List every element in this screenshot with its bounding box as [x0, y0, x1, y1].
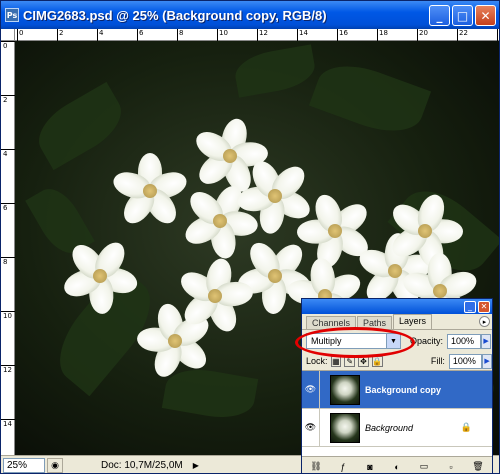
- fill-input[interactable]: 100%: [448, 353, 483, 369]
- palette-toolbar: ⛓ ƒ ◙ ◐ ▭ ▫ 🗑: [302, 457, 492, 473]
- ruler-tick: 10: [1, 311, 15, 321]
- blend-row: Multiply ▼ Opacity: 100% ▶: [295, 327, 492, 358]
- ruler-tick: 6: [1, 203, 15, 213]
- ruler-tick: 14: [297, 29, 308, 41]
- layer-thumbnail: [330, 374, 360, 405]
- zoom-level-field[interactable]: 25%: [3, 457, 45, 473]
- layers-list: 👁 Background copy 👁 Background 🔒: [302, 370, 492, 457]
- trash-icon[interactable]: 🗑: [472, 461, 484, 473]
- ruler-tick: 8: [177, 29, 183, 41]
- ruler-tick: 12: [257, 29, 268, 41]
- fill-slider-arrow-icon[interactable]: ▶: [482, 353, 492, 369]
- maximize-button[interactable]: □: [452, 5, 473, 26]
- new-group-icon[interactable]: ▭: [418, 461, 430, 473]
- ruler-tick: 18: [377, 29, 388, 41]
- layer-lock-icon: 🔒: [460, 422, 472, 432]
- palette-close-button[interactable]: ✕: [478, 300, 490, 313]
- layer-mask-icon[interactable]: ◙: [364, 461, 376, 473]
- ps-app-icon: Ps: [5, 8, 19, 22]
- lock-label: Lock:: [306, 356, 328, 366]
- ruler-tick: 22: [457, 29, 468, 41]
- ruler-tick: 20: [417, 29, 428, 41]
- layers-palette: _ ✕ Channels Paths Layers ▸ Multiply ▼ O…: [295, 298, 493, 473]
- highlight-circle: [295, 327, 415, 358]
- ruler-tick: 2: [57, 29, 63, 41]
- palette-minimize-button[interactable]: _: [464, 300, 476, 313]
- status-camera-icon[interactable]: ◉: [47, 457, 63, 473]
- ruler-tick: 12: [1, 365, 15, 375]
- new-layer-icon[interactable]: ▫: [445, 461, 457, 473]
- close-button[interactable]: ✕: [475, 5, 496, 26]
- ruler-tick: 14: [1, 419, 15, 429]
- ruler-tick: 0: [17, 29, 23, 41]
- ruler-tick: 8: [1, 257, 15, 267]
- layer-row-background-copy[interactable]: 👁 Background copy: [302, 370, 492, 409]
- visibility-eye-icon[interactable]: 👁: [302, 370, 320, 409]
- layer-name: Background: [365, 422, 414, 433]
- tab-layers[interactable]: Layers: [393, 314, 433, 329]
- ruler-tick: 2: [1, 95, 15, 105]
- photoshop-document-window: Ps CIMG2683.psd @ 25% (Background copy, …: [0, 0, 500, 474]
- ruler-origin[interactable]: [1, 29, 15, 41]
- ruler-tick: 0: [1, 41, 15, 51]
- title-bar[interactable]: Ps CIMG2683.psd @ 25% (Background copy, …: [1, 1, 499, 29]
- ruler-tick: 4: [1, 149, 15, 159]
- layer-style-icon[interactable]: ƒ: [337, 461, 349, 473]
- layer-row-background[interactable]: 👁 Background 🔒: [302, 408, 492, 447]
- link-layers-icon[interactable]: ⛓: [310, 461, 322, 473]
- status-menu-arrow-icon[interactable]: ▶: [193, 461, 199, 470]
- visibility-eye-icon[interactable]: 👁: [302, 408, 320, 447]
- ruler-tick: 16: [337, 29, 348, 41]
- vertical-ruler[interactable]: 0 2 4 6 8 10 12 14: [1, 41, 15, 455]
- ruler-tick: 10: [217, 29, 228, 41]
- document-size-info: Doc: 10,7M/25,0M: [101, 459, 183, 471]
- opacity-slider-arrow-icon[interactable]: ▶: [481, 333, 492, 349]
- window-title: CIMG2683.psd @ 25% (Background copy, RGB…: [23, 7, 327, 23]
- opacity-input[interactable]: 100%: [447, 333, 482, 349]
- ruler-tick: 6: [137, 29, 143, 41]
- layer-name: Background copy: [365, 384, 442, 395]
- layer-thumbnail: [330, 412, 360, 443]
- fill-label: Fill:: [430, 356, 445, 366]
- horizontal-ruler[interactable]: 024681012141618202224: [15, 29, 499, 41]
- minimize-button[interactable]: _: [429, 5, 450, 26]
- ruler-tick: 4: [97, 29, 103, 41]
- palette-title-bar[interactable]: _ ✕: [302, 299, 492, 314]
- adjustment-layer-icon[interactable]: ◐: [391, 461, 403, 473]
- blend-mode-select[interactable]: Multiply ▼: [295, 327, 415, 358]
- palette-options-icon[interactable]: ▸: [479, 316, 490, 327]
